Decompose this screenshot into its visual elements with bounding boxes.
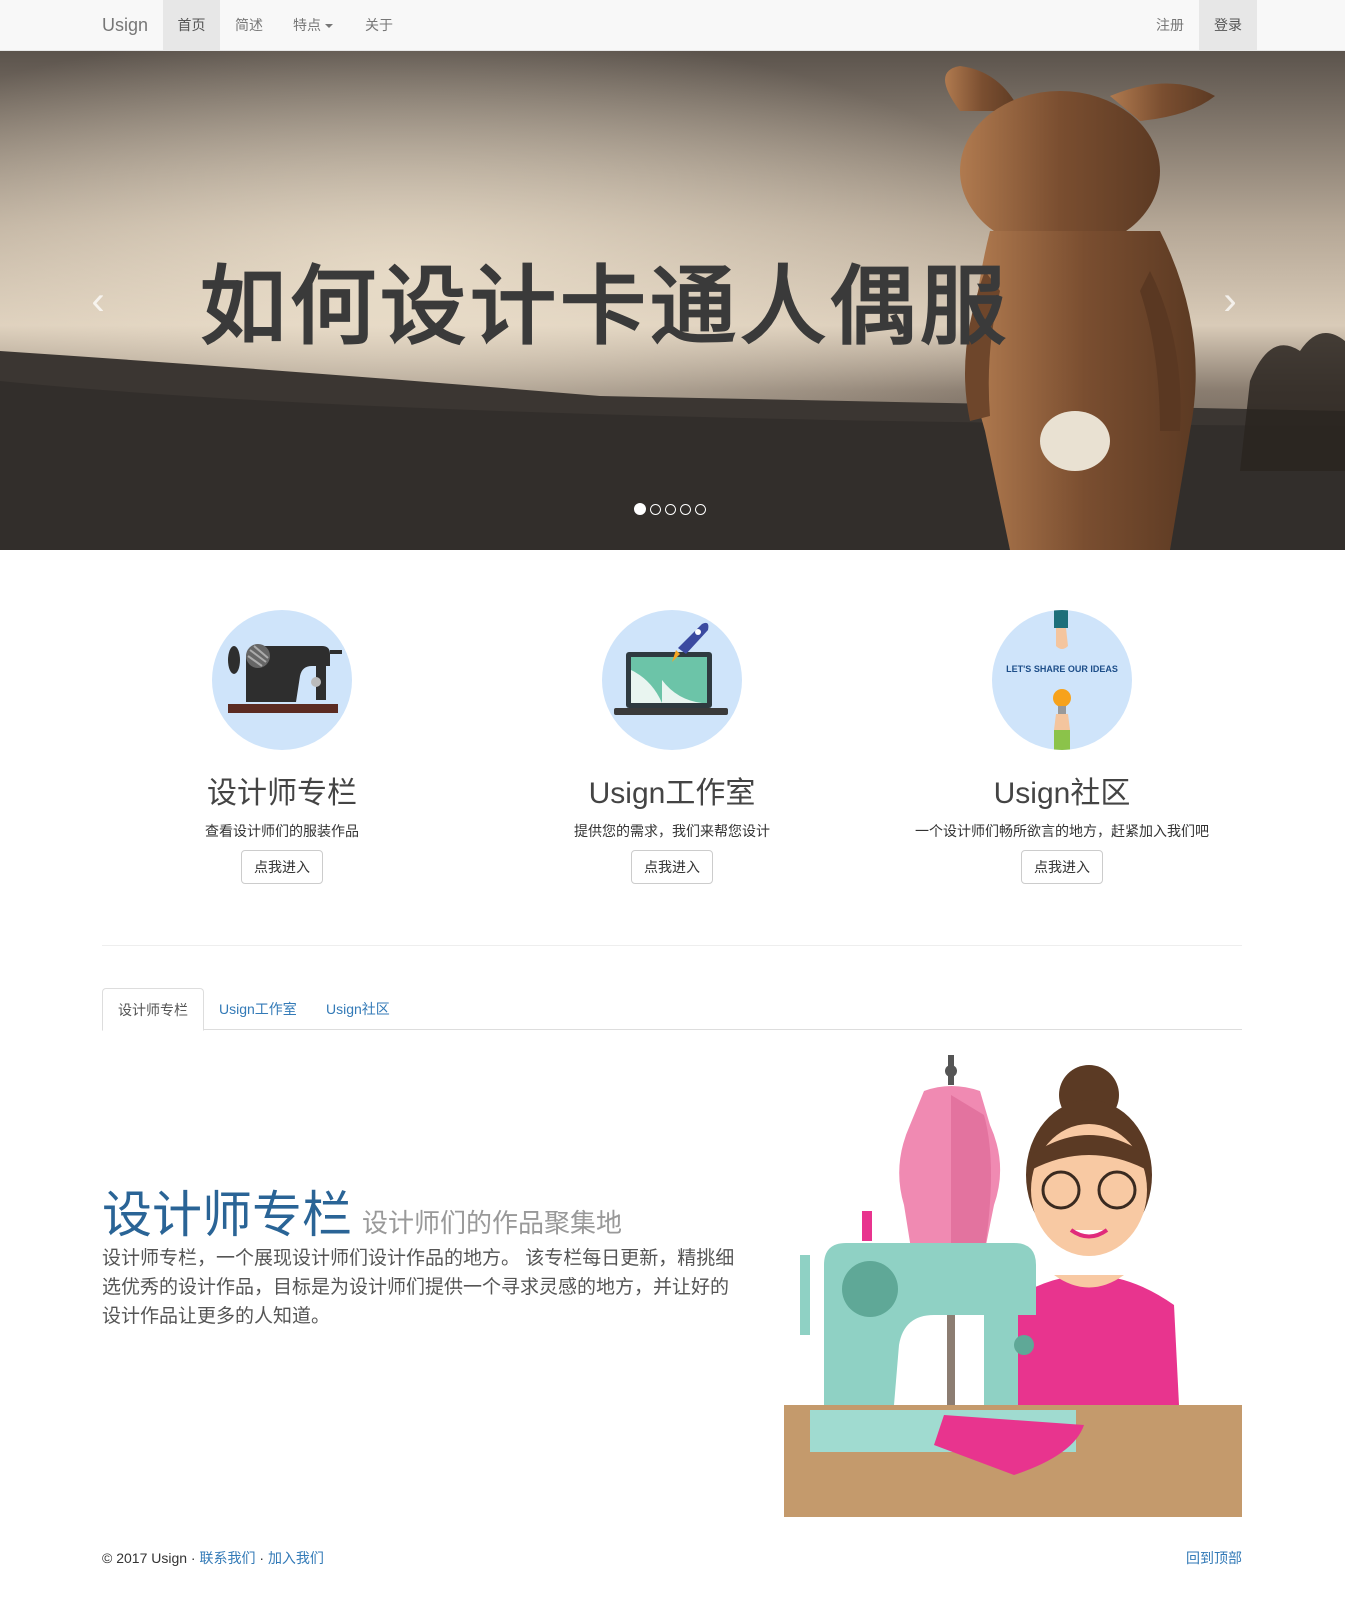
- marketing-text-studio: 提供您的需求，我们来帮您设计: [574, 823, 770, 839]
- brand-logo[interactable]: Usign: [102, 0, 148, 50]
- footer-contact-link[interactable]: 联系我们: [199, 1550, 255, 1566]
- nav-register[interactable]: 注册: [1141, 0, 1199, 50]
- feature-tabs: 设计师专栏 Usign工作室 Usign社区: [102, 988, 1242, 1031]
- caret-down-icon: [325, 24, 333, 29]
- carousel-indicator-1[interactable]: [634, 503, 646, 515]
- nav-overview[interactable]: 简述: [220, 0, 278, 50]
- nav-features-dropdown[interactable]: 特点: [278, 0, 348, 50]
- nav-home[interactable]: 首页: [163, 0, 220, 50]
- nav-features-label: 特点: [293, 17, 321, 33]
- nav-about[interactable]: 关于: [348, 0, 410, 50]
- feature-title: 设计师专栏: [102, 1186, 352, 1244]
- carousel-prev-chevron-icon[interactable]: ‹: [68, 276, 128, 326]
- carousel-caption-title: 如何设计卡通人偶服: [200, 257, 1010, 357]
- marketing-title-designers: 设计师专栏: [207, 777, 357, 810]
- marketing-title-community: Usign社区: [993, 777, 1131, 810]
- tab-community[interactable]: Usign社区: [311, 988, 405, 1030]
- carousel-indicator-3[interactable]: [665, 504, 676, 515]
- carousel: 如何设计卡通人偶服 ‹ ›: [0, 51, 1345, 550]
- marketing-text-designers: 查看设计师们的服装作品: [205, 823, 359, 839]
- footer-separator: ·: [255, 1550, 268, 1566]
- footer-join-link[interactable]: 加入我们: [268, 1550, 324, 1566]
- tab-designers[interactable]: 设计师专栏: [102, 988, 204, 1031]
- footer: © 2017 Usign · 联系我们 · 加入我们 回到顶部: [102, 1548, 1242, 1568]
- carousel-indicator-4[interactable]: [680, 504, 691, 515]
- marketing-col-designers: 设计师专栏 查看设计师们的服装作品 点我进入: [132, 610, 432, 884]
- navbar: Usign 首页 简述 特点 关于 注册 登录: [0, 0, 1345, 51]
- carousel-indicator-5[interactable]: [695, 504, 706, 515]
- feature-subtitle: 设计师们的作品聚集地: [362, 1209, 623, 1239]
- share-ideas-icon: LET'S SHARE OUR IDEAS: [992, 610, 1132, 750]
- marketing-col-community: LET'S SHARE OUR IDEAS Usign社区 一个设计师们畅所欲言…: [912, 610, 1212, 884]
- featurette-divider: [102, 945, 1242, 946]
- enter-studio-button[interactable]: 点我进入: [631, 850, 713, 884]
- share-ideas-text: LET'S SHARE OUR IDEAS: [1006, 664, 1118, 674]
- enter-community-button[interactable]: 点我进入: [1021, 850, 1103, 884]
- sewing-machine-icon: [212, 610, 352, 750]
- footer-copyright: © 2017 Usign ·: [102, 1550, 196, 1566]
- carousel-indicator-2[interactable]: [650, 504, 661, 515]
- marketing-text-community: 一个设计师们畅所欲言的地方，赶紧加入我们吧: [915, 823, 1209, 839]
- back-to-top-link[interactable]: 回到顶部: [1186, 1548, 1242, 1568]
- designer-sewing-illustration: [784, 1055, 1242, 1517]
- nav-login[interactable]: 登录: [1199, 0, 1257, 50]
- marketing-title-studio: Usign工作室: [588, 777, 756, 810]
- marketing-col-studio: Usign工作室 提供您的需求，我们来帮您设计 点我进入: [522, 610, 822, 884]
- feature-heading: 设计师专栏 设计师们的作品聚集地: [102, 1175, 622, 1247]
- feature-lead-text: 设计师专栏，一个展现设计师们设计作品的地方。 该专栏每日更新，精挑细选优秀的设计…: [102, 1248, 735, 1327]
- carousel-indicators: [634, 502, 710, 516]
- tab-studio[interactable]: Usign工作室: [204, 988, 312, 1030]
- enter-designers-button[interactable]: 点我进入: [241, 850, 323, 884]
- laptop-rocket-icon: [602, 610, 742, 750]
- carousel-next-chevron-icon[interactable]: ›: [1200, 276, 1260, 326]
